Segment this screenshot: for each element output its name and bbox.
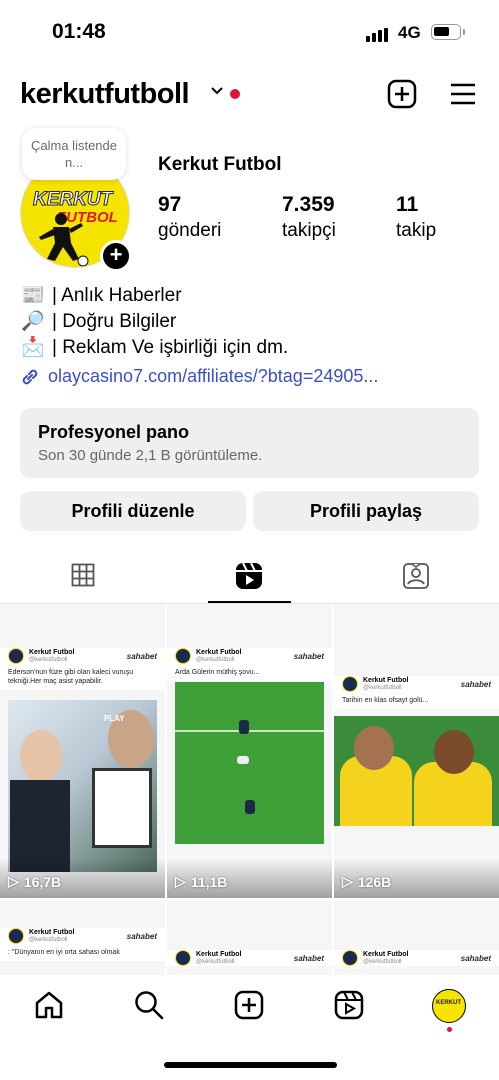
stat-posts[interactable]: 97 gönderi (158, 193, 221, 242)
link-icon (22, 369, 38, 384)
new-post-icon[interactable] (386, 78, 418, 110)
bio: 📰 | Anlık Haberler 🔎 | Doğru Bilgiler 📩 | R… (20, 283, 288, 361)
share-profile-button[interactable]: Profili paylaş (253, 491, 479, 531)
reels-nav-icon[interactable] (333, 989, 365, 1021)
view-count: ▷ 126B (342, 873, 392, 890)
battery-icon (431, 24, 461, 40)
tagged-icon[interactable] (402, 562, 430, 590)
search-icon[interactable] (133, 989, 165, 1021)
sponsor-logo: sahabet (460, 953, 491, 963)
chevron-down-icon[interactable] (210, 86, 224, 96)
stat-following[interactable]: 11 takip (396, 193, 436, 242)
envelope-icon: 📩 (21, 337, 45, 358)
reel-thumbnail (334, 716, 499, 826)
active-tab-indicator (208, 601, 291, 603)
profile-nav-avatar[interactable]: KERKUT (432, 989, 466, 1023)
play-icon: ▷ (175, 873, 186, 889)
reel-tile[interactable]: Kerkut Futbol @kerkutfutboll sahabet Eders… (0, 604, 165, 898)
home-icon[interactable] (33, 989, 65, 1021)
clock: 01:48 (52, 20, 106, 43)
bio-line: | Anlık Haberler (52, 285, 182, 306)
profile-link[interactable]: olaycasino7.com/affiliates/?btag=24905..… (20, 366, 378, 387)
stat-followers[interactable]: 7.359 takipçi (282, 193, 336, 242)
note-bubble[interactable]: Çalma listende n... (22, 128, 126, 180)
network-label: 4G (398, 23, 421, 42)
reel-tile[interactable]: Kerkut Futbol @kerkutfutboll sahabet : "Dü… (0, 900, 165, 980)
professional-dashboard[interactable]: Profesyonel pano Son 30 günde 2,1 B görü… (20, 408, 479, 478)
bottom-nav: KERKUT (0, 975, 499, 1040)
reels-icon[interactable] (234, 561, 264, 591)
sponsor-logo: sahabet (126, 931, 157, 941)
notification-dot (230, 89, 240, 99)
menu-icon[interactable] (448, 78, 478, 110)
newspaper-icon: 📰 (21, 285, 45, 306)
edit-profile-button[interactable]: Profili düzenle (20, 491, 246, 531)
add-story-button[interactable]: + (100, 240, 132, 272)
player-silhouette-icon (39, 213, 89, 267)
magnifier-icon: 🔎 (21, 311, 45, 332)
reel-tile[interactable]: Kerkut Futbol @kerkutfutboll sahabet Arda … (167, 604, 332, 898)
bio-line: | Doğru Bilgiler (52, 311, 177, 332)
reel-tile[interactable]: Kerkut Futbol @kerkutfutboll sahabet Tarih… (334, 604, 499, 898)
grid-icon[interactable] (71, 563, 95, 587)
notification-dot (447, 1027, 452, 1032)
status-bar: 01:48 4G (0, 0, 499, 64)
profile-tabs (0, 555, 499, 605)
bio-line: | Reklam Ve işbirliği için dm. (52, 337, 289, 358)
username[interactable]: kerkutfutboll (20, 78, 190, 111)
sponsor-logo: sahabet (460, 679, 491, 689)
reel-tile[interactable]: Kerkut Futbol @kerkutfutboll sahabet (167, 900, 332, 980)
home-indicator (164, 1062, 337, 1068)
create-icon[interactable] (233, 989, 265, 1021)
signal-icon (366, 28, 388, 42)
reel-thumbnail: PLAY (8, 700, 157, 872)
view-count: ▷ 16,7B (8, 873, 62, 890)
play-icon: ▷ (342, 873, 353, 889)
sponsor-logo: sahabet (293, 651, 324, 661)
full-name: Kerkut Futbol (158, 154, 282, 175)
view-count: ▷ 11,1B (175, 873, 228, 890)
reel-thumbnail (175, 682, 324, 844)
profile-header: kerkutfutboll (0, 72, 499, 116)
sponsor-logo: sahabet (293, 953, 324, 963)
play-icon: ▷ (8, 873, 19, 889)
reel-tile[interactable]: Kerkut Futbol @kerkutfutboll sahabet (334, 900, 499, 980)
sponsor-logo: sahabet (126, 651, 157, 661)
